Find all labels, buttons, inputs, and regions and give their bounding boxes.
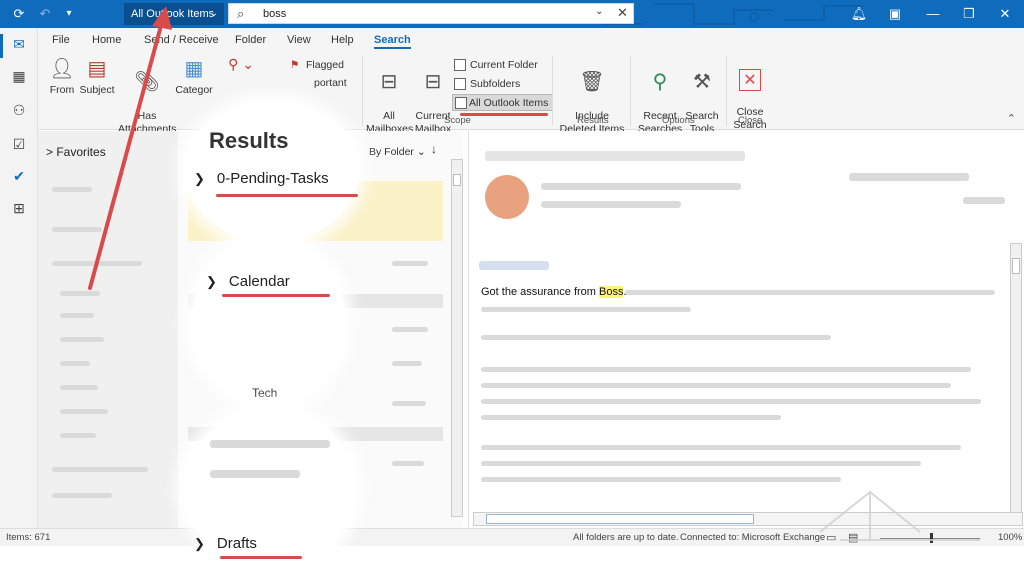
arrow-shaft [88,20,164,290]
arrow-head [152,6,172,30]
watermark-logo [819,490,980,541]
